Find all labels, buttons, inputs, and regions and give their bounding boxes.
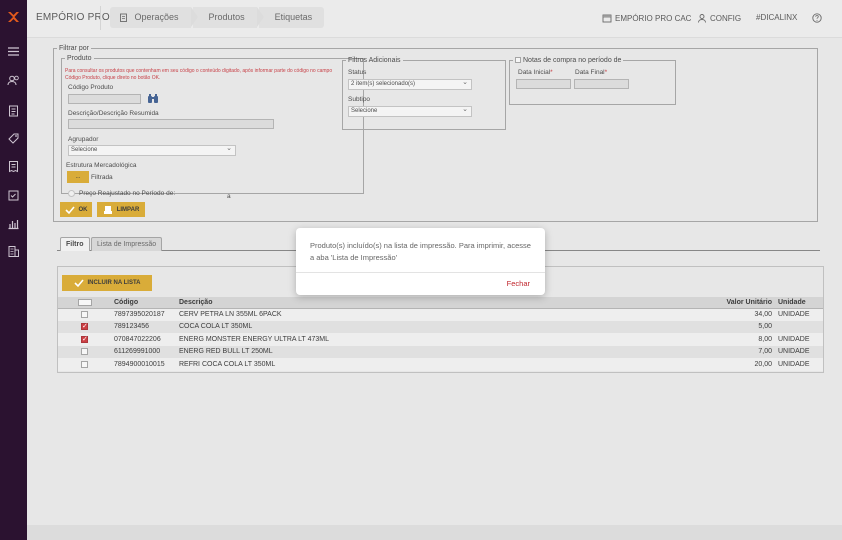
dialog-divider xyxy=(296,272,545,273)
close-button[interactable]: Fechar xyxy=(507,279,530,288)
building-icon[interactable] xyxy=(7,245,20,258)
checklist-icon[interactable] xyxy=(7,189,20,202)
confirmation-dialog: Produto(s) incluído(s) na lista de impre… xyxy=(296,228,545,295)
tag-icon[interactable] xyxy=(7,132,20,145)
app-logo-icon[interactable] xyxy=(7,10,20,23)
dialog-message: Produto(s) incluído(s) na lista de impre… xyxy=(310,241,531,262)
left-rail xyxy=(0,0,27,540)
users-icon[interactable] xyxy=(7,74,20,87)
clipboard-icon[interactable] xyxy=(7,104,20,117)
menu-icon[interactable] xyxy=(7,45,20,58)
chart-icon[interactable] xyxy=(7,217,20,230)
receipt-icon[interactable] xyxy=(7,160,20,173)
